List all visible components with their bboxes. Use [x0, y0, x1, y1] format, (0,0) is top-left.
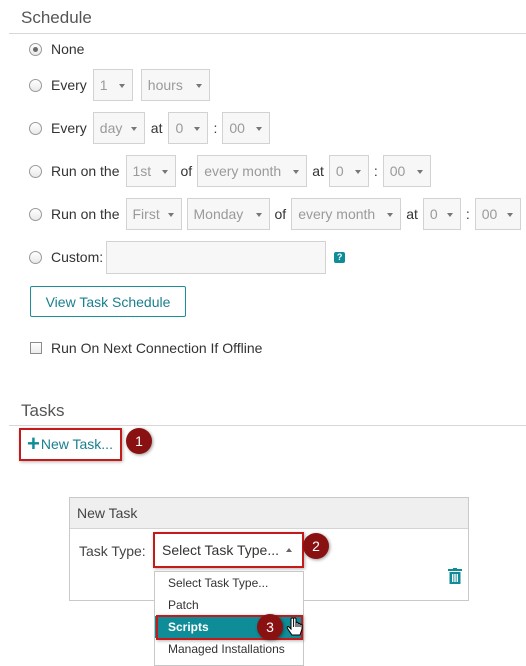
hand-cursor-icon — [286, 617, 304, 639]
task-type-value: Select Task Type... — [162, 542, 279, 558]
chevron-down-icon — [293, 170, 300, 174]
colon-separator: : — [213, 120, 218, 136]
chevron-down-icon — [255, 213, 262, 217]
dropdown-option[interactable]: Managed Installations — [155, 638, 303, 660]
day-minute-select[interactable]: 00 — [222, 112, 271, 144]
of-label: of — [180, 163, 193, 179]
weekday-minute-select[interactable]: 00 — [474, 198, 521, 230]
ordinal-select[interactable]: First — [125, 198, 182, 230]
schedule-option-custom[interactable]: Custom: ? — [29, 240, 346, 274]
of-label: of — [274, 206, 287, 222]
new-task-link[interactable]: + New Task... — [27, 431, 113, 456]
radio-run-on-weekday[interactable] — [29, 207, 42, 221]
dropdown-option[interactable]: Patch — [155, 594, 303, 616]
tasks-divider — [9, 425, 526, 426]
run-on-day-label: Run on the — [51, 163, 120, 179]
chevron-down-icon — [130, 127, 137, 131]
hours-count-select[interactable]: 1 — [92, 69, 133, 101]
plus-icon: + — [27, 431, 40, 456]
chevron-up-icon — [286, 548, 292, 552]
radio-custom[interactable] — [29, 250, 42, 264]
chevron-down-icon — [446, 213, 453, 217]
chevron-down-icon — [256, 127, 263, 131]
run-on-weekday-label: Run on the — [51, 206, 120, 222]
chevron-down-icon — [167, 213, 174, 217]
callout-badge-2: 2 — [303, 533, 329, 559]
weekday-select[interactable]: Monday — [186, 198, 270, 230]
run-on-day-hour-select[interactable]: 0 — [328, 155, 369, 187]
callout-badge-1: 1 — [126, 428, 152, 454]
trash-icon[interactable] — [448, 568, 462, 584]
hours-unit-select[interactable]: hours — [140, 69, 210, 101]
help-icon[interactable]: ? — [334, 251, 346, 263]
weekday-hour-select[interactable]: 0 — [422, 198, 461, 230]
radio-every-hours[interactable] — [29, 78, 42, 92]
chevron-down-icon — [195, 84, 202, 88]
period-select[interactable]: every month — [197, 155, 308, 187]
schedule-heading: Schedule — [21, 8, 92, 27]
view-task-schedule-button[interactable]: View Task Schedule — [30, 286, 186, 317]
task-type-select[interactable]: Select Task Type... — [156, 535, 301, 565]
day-hour-select[interactable]: 0 — [168, 112, 209, 144]
offline-label: Run On Next Connection If Offline — [51, 340, 263, 356]
new-task-label: New Task... — [40, 436, 113, 452]
every-day-label: Every — [51, 120, 87, 136]
colon-separator: : — [373, 163, 378, 179]
chevron-down-icon — [161, 170, 168, 174]
colon-separator: : — [465, 206, 470, 222]
tasks-heading: Tasks — [21, 401, 65, 420]
at-label: at — [150, 120, 163, 136]
chevron-down-icon — [194, 127, 201, 131]
custom-schedule-input[interactable] — [106, 240, 327, 274]
at-label: at — [312, 163, 324, 179]
chevron-down-icon — [354, 170, 361, 174]
schedule-option-run-on-day[interactable]: Run on the 1st of every month at 0 : 00 — [29, 155, 435, 187]
chevron-down-icon — [387, 213, 394, 217]
schedule-option-every-day[interactable]: Every day at 0 : 00 — [29, 112, 274, 144]
offline-checkbox[interactable] — [30, 342, 42, 354]
dropdown-option[interactable]: Select Task Type... — [155, 572, 303, 594]
panel-title: New Task — [70, 498, 468, 529]
radio-none[interactable] — [29, 42, 42, 56]
callout-badge-3: 3 — [257, 614, 283, 640]
chevron-down-icon — [506, 213, 513, 217]
every-hours-label: Every — [51, 77, 87, 93]
offline-option[interactable]: Run On Next Connection If Offline — [30, 332, 262, 364]
day-unit-select[interactable]: day — [92, 112, 145, 144]
run-on-day-minute-select[interactable]: 00 — [382, 155, 431, 187]
task-type-label: Task Type: — [79, 543, 146, 559]
chevron-down-icon — [118, 84, 125, 88]
day-of-month-select[interactable]: 1st — [125, 155, 176, 187]
none-label: None — [51, 41, 85, 57]
radio-run-on-day[interactable] — [29, 164, 42, 178]
schedule-divider — [9, 33, 526, 34]
schedule-option-none[interactable]: None — [29, 33, 84, 65]
radio-every-day[interactable] — [29, 121, 42, 135]
chevron-down-icon — [416, 170, 423, 174]
weekday-period-select[interactable]: every month — [291, 198, 402, 230]
schedule-option-every-hours[interactable]: Every 1 hours — [29, 69, 214, 101]
at-label: at — [406, 206, 418, 222]
schedule-option-run-on-weekday[interactable]: Run on the First Monday of every month a… — [29, 198, 521, 230]
custom-label: Custom: — [51, 249, 104, 265]
